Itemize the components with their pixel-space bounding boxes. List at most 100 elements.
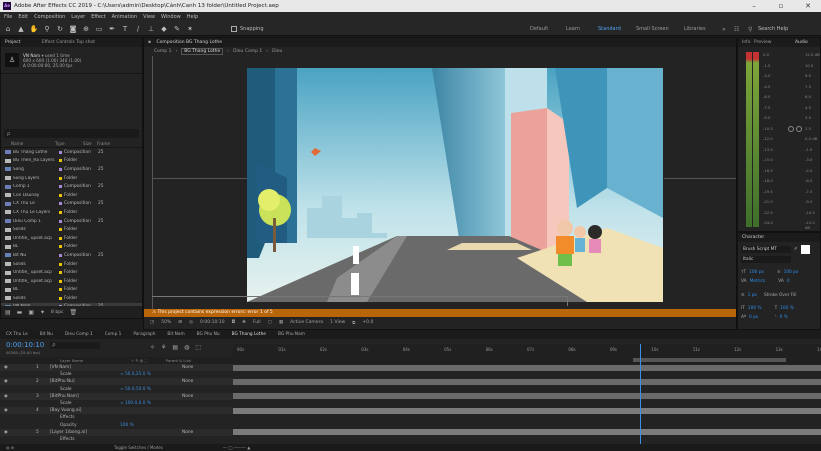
timeline-property-row[interactable]: Effects [0,414,233,421]
always-preview-icon[interactable]: ◳ [150,320,154,325]
project-item[interactable]: Solids Folder [1,225,142,234]
roto-brush-icon[interactable]: ✎ [172,24,182,34]
timeline-tab[interactable]: CX Thu Le [6,332,28,337]
timeline-layer-row[interactable]: ◉ 5 [Layer 1/bong.ai] None [0,428,233,436]
timeline-tracks[interactable] [233,364,821,444]
camera-dropdown[interactable]: Active Camera [290,320,323,325]
project-item[interactable]: Untitle_ upset.acp Folder [1,234,142,243]
timeline-tab[interactable]: Bit Nu [40,332,53,337]
project-item[interactable]: CX Thu Le Composition 25 [1,200,142,209]
col-frame[interactable]: Frame [97,141,110,146]
timeline-tab[interactable]: Dieu Comp 1 [65,332,93,337]
tab-info[interactable]: Info [742,40,751,45]
rotate-tool-icon[interactable]: ↻ [55,24,65,34]
font-size-value[interactable]: 100 px [749,270,764,275]
project-item[interactable]: Song Layers Folder [1,174,142,183]
workspace-small-screen[interactable]: Small Screen [636,26,669,32]
zoom-tool-icon[interactable]: ⚲ [42,24,52,34]
project-item[interactable]: BL Folder [1,286,142,295]
comp-tab-dieu[interactable]: Dieu [272,49,282,54]
project-item[interactable]: Solids Folder [1,294,142,303]
project-item[interactable]: Comp 1 Composition 25 [1,182,142,191]
hand-tool-icon[interactable]: ✋ [29,24,39,34]
timeline-search-input[interactable]: ρ [50,341,101,349]
project-item[interactable]: BG Then_Ra Layers Folder [1,157,142,166]
menu-composition[interactable]: Composition [34,14,65,20]
layer-name[interactable]: Scale [60,387,120,392]
composition-tab[interactable]: Composition BG Thang Lothe [157,40,223,45]
playhead[interactable] [640,344,642,444]
font-style-dropdown[interactable]: Italic [741,256,791,263]
project-item[interactable]: Con Daunay Folder [1,191,142,200]
parent-dropdown[interactable]: None [182,430,193,435]
kerning-value[interactable]: Metrics [750,279,766,284]
parent-dropdown[interactable]: None [182,365,193,370]
baseline-shift-value[interactable]: 0 px [749,315,758,320]
tsume-value[interactable]: 0 % [780,315,788,320]
delete-icon[interactable]: 🗑 [70,309,78,316]
layer-name[interactable]: Opacity [60,423,120,428]
project-search-input[interactable]: ρ [4,129,139,138]
parent-dropdown[interactable]: None [182,394,193,399]
menu-animation[interactable]: Animation [112,14,138,20]
close-button[interactable]: ✕ [795,0,821,12]
visibility-eye-icon[interactable]: ◉ [4,408,18,413]
eraser-tool-icon[interactable]: ◆ [159,24,169,34]
col-parent[interactable]: Parent & Link [166,358,191,363]
visibility-eye-icon[interactable]: ◉ [4,430,18,435]
region-icon[interactable]: ▢ [268,320,272,325]
audio-level-knob-right[interactable] [796,126,802,132]
layer-name[interactable]: [Layer 1/bong.ai] [50,430,110,435]
tracking-value[interactable]: 0 [787,279,790,284]
lock-icon[interactable]: ▪ [148,40,151,45]
vertical-scale-value[interactable]: 100 % [748,306,762,311]
property-value[interactable]: ∞ 50.0,25.0 % [120,372,162,377]
visibility-eye-icon[interactable]: ◉ [4,365,18,370]
layer-duration-bar[interactable] [233,378,821,385]
comp-tab-comp-1[interactable]: Comp 1 [154,49,171,54]
timeline-layer-row[interactable]: ◉ 1 [VN Nam] None [0,364,233,371]
timeline-property-row[interactable]: Scale ∞ 50.0,50.0 % [0,386,233,393]
time-ruler[interactable]: 00s 01s 02s 03s 04s 05s 06s 07s 08s 09s 10s 11s 12s 1… [233,344,821,364]
timeline-tab[interactable]: Paragraph [133,332,155,337]
col-name[interactable]: Name [1,141,45,146]
timeline-tab[interactable]: BG Phu Nam [278,332,305,337]
layer-name[interactable]: [BitPhu Nu] [50,379,110,384]
project-item[interactable]: Untitle_ upset.acp Folder [1,268,142,277]
grid-icon[interactable]: ⊞ [178,320,182,325]
comp-tab-bg-thang-lothe[interactable]: BG Thang Lothe [181,48,224,55]
timeline-layer-row[interactable]: ◉ 4 [Bay Vuong.ai] [0,407,233,415]
panel-layout-icon[interactable]: ☷ [734,26,739,33]
parent-dropdown[interactable]: None [182,379,193,384]
maximize-button[interactable]: ▫ [768,0,794,12]
timeline-tab[interactable]: BG Phu Nu [197,332,220,337]
timeline-layer-row[interactable]: ◉ 3 [BitPhu Nam] None [0,392,233,400]
toggle-icon[interactable]: ⧉ [352,320,355,326]
tab-project[interactable]: Project [5,40,20,45]
timeline-tab[interactable]: Comp 1 [105,332,122,337]
workspace-default[interactable]: Default [530,26,548,32]
menu-file[interactable]: File [4,14,12,20]
minimize-button[interactable]: – [741,0,767,12]
render-icon[interactable]: ◍ ⊕ [6,445,14,450]
layer-name[interactable]: Effects [60,415,120,420]
timeline-layer-row[interactable]: ◉ 2 [BitPhu Nu] None [0,378,233,386]
settings-icon[interactable]: ✦ [40,309,45,316]
project-item[interactable]: Song Composition 25 [1,165,142,174]
timeline-property-row[interactable]: Scale ∞ 100.0,0.0 % [0,400,233,407]
project-item[interactable]: Dieu Comp 1 Composition 25 [1,217,142,226]
timeline-tab[interactable]: Bit Nam [167,332,184,337]
property-value[interactable]: ∞ 100.0,0.0 % [120,401,162,406]
project-item[interactable]: Bit Nu Composition 25 [1,251,142,260]
layer-name[interactable]: [BitPhu Nam] [50,394,110,399]
menu-edit[interactable]: Edit [18,14,28,20]
tab-effect-controls[interactable]: Effect Controls Top shot [42,40,95,45]
timeline-timecode[interactable]: 0:00:10:10 [6,341,44,349]
layer-duration-bar[interactable] [233,429,821,436]
font-family-dropdown[interactable]: Brush Script MT [741,245,791,253]
pen-tool-icon[interactable]: ✒ [107,24,117,34]
exposure-value[interactable]: +0.0 [362,320,373,325]
col-type[interactable]: Type [45,141,83,146]
interpret-footage-icon[interactable]: ▤ [5,309,11,316]
project-item[interactable]: Solids Folder [1,260,142,269]
